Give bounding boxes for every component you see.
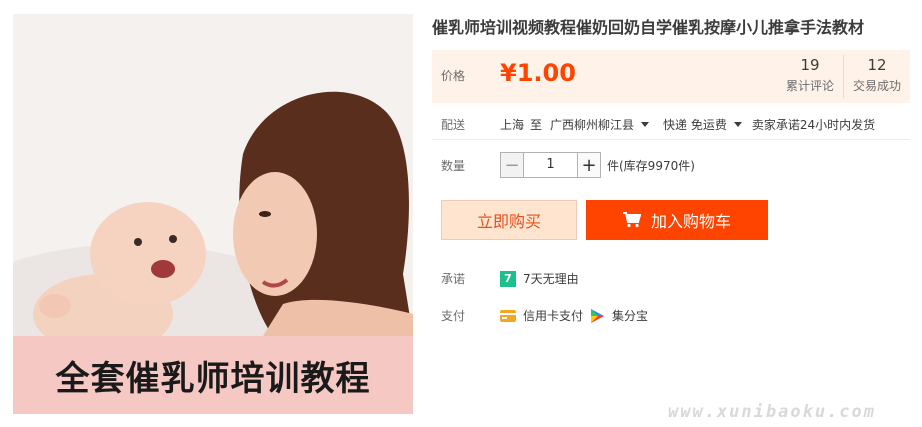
shipping-row: 配送 上海 至 广西柳州柳江县 快递 免运费 卖家承诺24小时内发货 (441, 116, 875, 133)
shipping-promise: 卖家承诺24小时内发货 (751, 118, 876, 132)
jifenbao-icon (589, 308, 605, 324)
add-to-cart-label: 加入购物车 (650, 212, 731, 231)
image-banner-text: 全套催乳师培训教程 (55, 358, 371, 399)
chevron-down-icon (733, 122, 742, 127)
destination-text: 广西柳州柳江县 (550, 118, 635, 132)
reviews-stat[interactable]: 19 累计评论 (777, 56, 843, 94)
promise-row: 承诺 7 7天无理由 (441, 270, 579, 287)
image-banner: 全套催乳师培训教程 (13, 336, 413, 414)
credit-card-option[interactable]: 信用卡支付 (500, 307, 583, 324)
destination-selector[interactable]: 广西柳州柳江县 (550, 116, 650, 133)
shipping-method-text: 快递 免运费 (663, 118, 727, 132)
payment-label: 支付 (441, 309, 466, 323)
seven-day-icon: 7 (500, 270, 516, 287)
jifenbao-text: 集分宝 (612, 309, 649, 323)
credit-card-text: 信用卡支付 (523, 309, 584, 323)
buy-now-button[interactable]: 立即购买 (441, 200, 577, 240)
quantity-stepper: − 1 + (500, 152, 601, 178)
price-panel: 价格 ¥1.00 19 累计评论 12 交易成功 (432, 50, 910, 103)
jifenbao-option[interactable]: 集分宝 (589, 307, 648, 324)
deals-label: 交易成功 (852, 79, 901, 93)
payment-row: 支付 信用卡支付 集分宝 (441, 307, 648, 324)
shipping-method-selector[interactable]: 快递 免运费 (663, 116, 742, 133)
promise-label: 承诺 (441, 272, 466, 286)
chevron-down-icon (641, 122, 650, 127)
product-title: 催乳师培训视频教程催奶回奶自学催乳按摩小儿推拿手法教材 (432, 18, 865, 37)
quantity-input[interactable]: 1 (524, 152, 577, 178)
stock-info: 件(库存9970件) (607, 158, 695, 173)
reviews-count: 19 (800, 56, 820, 74)
divider (432, 139, 910, 140)
mother-baby-photo (13, 14, 413, 336)
seven-day-return-link[interactable]: 7 7天无理由 (500, 270, 579, 287)
add-to-cart-button[interactable]: 加入购物车 (586, 200, 768, 240)
watermark: www.xunibaoku.com (668, 402, 876, 422)
product-main-image[interactable]: 全套催乳师培训教程 (13, 14, 413, 414)
increase-button[interactable]: + (577, 152, 601, 178)
quantity-label: 数量 (441, 158, 466, 173)
price-label: 价格 (441, 69, 466, 83)
decrease-button[interactable]: − (500, 152, 524, 178)
shipping-to-word: 至 (530, 118, 543, 132)
quantity-row: 数量 − 1 + 件(库存9970件) (441, 152, 695, 178)
reviews-label: 累计评论 (785, 79, 834, 93)
price-value: ¥1.00 (500, 59, 576, 87)
shipping-label: 配送 (441, 118, 466, 132)
shipping-from: 上海 (500, 118, 525, 132)
cart-icon (622, 212, 641, 228)
credit-card-icon (500, 308, 516, 324)
deals-stat[interactable]: 12 交易成功 (844, 56, 910, 94)
promise-text: 7天无理由 (523, 272, 579, 286)
deals-count: 12 (867, 56, 887, 74)
